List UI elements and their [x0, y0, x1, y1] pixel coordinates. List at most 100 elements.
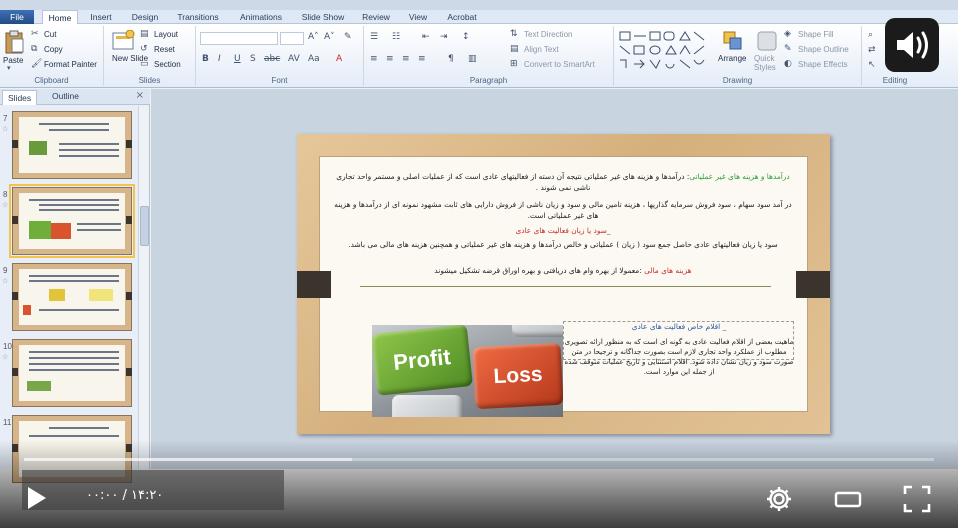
shapes-gallery-icon[interactable]: [618, 30, 718, 72]
arrange-icon[interactable]: [722, 30, 744, 52]
align-right-icon[interactable]: ≡: [402, 54, 410, 64]
character-spacing-icon[interactable]: AV: [288, 54, 300, 64]
increase-indent-icon[interactable]: ⇥: [440, 32, 448, 42]
font-size-combo[interactable]: [280, 32, 304, 45]
arrange-button[interactable]: Arrange: [718, 54, 746, 63]
time-display: ۰۰:۰۰ / ۱۴:۲۰: [86, 488, 163, 503]
font-color-icon[interactable]: A: [336, 54, 342, 64]
slide-thumbnail-7[interactable]: [12, 111, 132, 179]
underline-icon[interactable]: U: [234, 54, 241, 64]
term-financial-costs: هزینه های مالی: [644, 266, 692, 275]
format-painter-button[interactable]: Format Painter: [44, 60, 97, 69]
reset-icon[interactable]: ↺: [140, 44, 148, 54]
close-panel-icon[interactable]: ×: [136, 90, 144, 101]
paragraph-ordinary-profit-loss[interactable]: سود یا زیان فعالیتهای عادی حاصل جمع سود …: [332, 239, 794, 250]
shape-effects-button[interactable]: Shape Effects: [798, 60, 848, 69]
columns-icon[interactable]: ▥: [468, 54, 477, 64]
align-left-icon[interactable]: ≡: [370, 54, 378, 64]
strikethrough-icon[interactable]: abc: [264, 54, 280, 64]
fullscreen-button[interactable]: [902, 484, 932, 514]
paragraph-examples[interactable]: در آمد سود سهام ، سود فروش سرمایه گذاریه…: [332, 199, 794, 221]
decrease-indent-icon[interactable]: ⇤: [422, 32, 430, 42]
video-frame[interactable]: File Home Insert Design Transitions Anim…: [0, 0, 958, 528]
divider-line: [360, 286, 771, 287]
tab-insert[interactable]: Insert: [84, 10, 118, 24]
slides-group: New Slide ▤ Layout ↺ Reset ▭ Section Sli…: [104, 26, 196, 86]
slide-thumbnail-9[interactable]: [12, 263, 132, 331]
font-name-combo[interactable]: [200, 32, 278, 45]
section-icon[interactable]: ▭: [140, 59, 149, 69]
theater-mode-button[interactable]: [833, 484, 863, 514]
progress-bar[interactable]: [24, 458, 934, 461]
slide-thumbnail-8[interactable]: [9, 184, 135, 258]
bold-icon[interactable]: B: [202, 54, 209, 64]
tab-animations[interactable]: Animations: [234, 10, 288, 24]
shape-outline-icon[interactable]: ✎: [784, 44, 792, 54]
clear-formatting-icon[interactable]: ✎: [344, 32, 352, 42]
grow-font-icon[interactable]: A˄: [308, 32, 319, 42]
change-case-icon[interactable]: Aa: [308, 54, 320, 64]
paste-icon[interactable]: [4, 30, 24, 54]
copy-button[interactable]: Copy: [44, 45, 63, 54]
align-text-button[interactable]: Align Text: [524, 45, 559, 54]
ribbon-tab-bar: File Home Insert Design Transitions Anim…: [0, 10, 958, 25]
heading-special-items[interactable]: _ اقلام خاص فعالیت های عادی: [566, 321, 792, 332]
smartart-icon[interactable]: ⊞: [510, 59, 518, 69]
section-button[interactable]: Section: [154, 60, 181, 69]
shape-fill-button[interactable]: Shape Fill: [798, 30, 834, 39]
shrink-font-icon[interactable]: A˅: [324, 32, 335, 42]
numbering-icon[interactable]: ☷: [392, 32, 400, 42]
paragraph-financial-costs[interactable]: هزینه های مالی :معمولا از بهره وام های د…: [332, 265, 794, 276]
rtl-icon[interactable]: ¶: [448, 54, 454, 64]
slides-panel-scrollbar[interactable]: [138, 106, 149, 469]
tab-review[interactable]: Review: [358, 10, 394, 24]
reset-button[interactable]: Reset: [154, 45, 175, 54]
tab-slides[interactable]: Slides: [2, 90, 38, 105]
text-direction-icon[interactable]: ⇅: [510, 29, 518, 39]
find-icon[interactable]: ⌕: [868, 30, 873, 40]
shadow-icon[interactable]: S: [250, 54, 256, 64]
cut-button[interactable]: Cut: [44, 30, 56, 39]
tab-slide-show[interactable]: Slide Show: [298, 10, 348, 24]
text-direction-button[interactable]: Text Direction: [524, 30, 572, 39]
shape-fill-icon[interactable]: ◈: [784, 29, 791, 39]
tab-transitions[interactable]: Transitions: [172, 10, 224, 24]
justify-icon[interactable]: ≡: [418, 54, 426, 64]
play-button[interactable]: [24, 485, 50, 511]
cut-icon[interactable]: ✂: [31, 29, 39, 39]
layout-button[interactable]: Layout: [154, 30, 178, 39]
settings-button[interactable]: [764, 484, 794, 514]
scrollbar-thumb[interactable]: [140, 206, 149, 246]
paste-dropdown-icon[interactable]: ▾: [7, 64, 11, 72]
align-text-icon[interactable]: ▤: [510, 44, 519, 54]
line-spacing-icon[interactable]: ↕: [462, 32, 470, 42]
heading-ordinary-profit-loss[interactable]: _سود یا زیان فعالیت های عادی: [332, 225, 794, 236]
align-center-icon[interactable]: ≡: [386, 54, 394, 64]
current-slide[interactable]: درآمدها و هزینه های غیر عملیاتی: درآمدها…: [297, 134, 830, 434]
select-icon[interactable]: ↖: [868, 60, 876, 70]
copy-icon[interactable]: ⧉: [31, 44, 37, 54]
convert-smartart-button[interactable]: Convert to SmartArt: [524, 60, 595, 69]
tab-outline[interactable]: Outline: [52, 91, 79, 101]
tab-acrobat[interactable]: Acrobat: [442, 10, 482, 24]
shape-outline-button[interactable]: Shape Outline: [798, 45, 849, 54]
format-painter-icon[interactable]: 🖌: [31, 59, 42, 69]
shape-effects-icon[interactable]: ◐: [784, 59, 792, 69]
tab-home[interactable]: Home: [42, 10, 78, 25]
unmute-button[interactable]: [885, 18, 939, 72]
tab-design[interactable]: Design: [126, 10, 164, 24]
paragraph-special-items[interactable]: ماهیت بعضی از اقلام فعالیت عادی به گونه …: [564, 337, 794, 377]
new-slide-icon[interactable]: [112, 30, 136, 52]
quick-styles-icon[interactable]: [756, 30, 778, 52]
term-non-operating: درآمدها و هزینه های غیر عملیاتی: [689, 172, 790, 181]
italic-icon[interactable]: I: [218, 54, 221, 64]
profit-loss-keyboard-image[interactable]: Profit Loss: [372, 325, 563, 417]
paragraph-non-operating[interactable]: درآمدها و هزینه های غیر عملیاتی: درآمدها…: [332, 171, 794, 193]
layout-icon[interactable]: ▤: [140, 29, 149, 39]
bullets-icon[interactable]: ☰: [370, 32, 378, 42]
quick-styles-button[interactable]: Quick Styles: [754, 54, 784, 72]
replace-icon[interactable]: ⇄: [868, 45, 876, 55]
slide-thumbnail-10[interactable]: [12, 339, 132, 407]
tab-file[interactable]: File: [0, 10, 34, 24]
tab-view[interactable]: View: [402, 10, 434, 24]
